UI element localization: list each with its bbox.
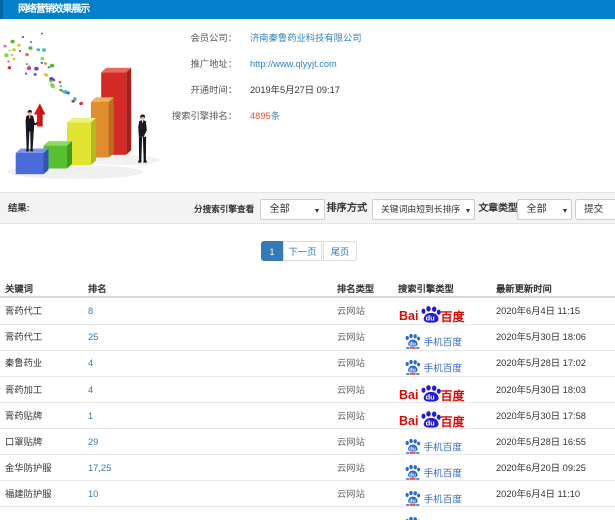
- svg-text:du: du: [409, 341, 416, 347]
- svg-text:手机百度: 手机百度: [424, 494, 463, 506]
- svg-text:百度: 百度: [441, 414, 466, 428]
- svg-text:du: du: [426, 314, 436, 323]
- svg-text:du: du: [409, 498, 416, 504]
- svg-text:手机百度: 手机百度: [424, 337, 463, 349]
- svg-text:手机百度: 手机百度: [424, 363, 463, 375]
- svg-text:du: du: [409, 472, 416, 478]
- svg-text:Bai: Bai: [399, 309, 418, 323]
- svg-text:Bai: Bai: [399, 388, 418, 402]
- svg-text:百度: 百度: [441, 388, 466, 402]
- svg-text:du: du: [426, 419, 436, 428]
- svg-text:du: du: [426, 393, 436, 402]
- svg-text:手机百度: 手机百度: [424, 442, 463, 454]
- svg-text:du: du: [409, 367, 416, 373]
- svg-text:百度: 百度: [441, 309, 466, 323]
- svg-text:手机百度: 手机百度: [424, 468, 463, 480]
- svg-text:du: du: [409, 446, 416, 452]
- svg-text:Bai: Bai: [399, 414, 418, 428]
